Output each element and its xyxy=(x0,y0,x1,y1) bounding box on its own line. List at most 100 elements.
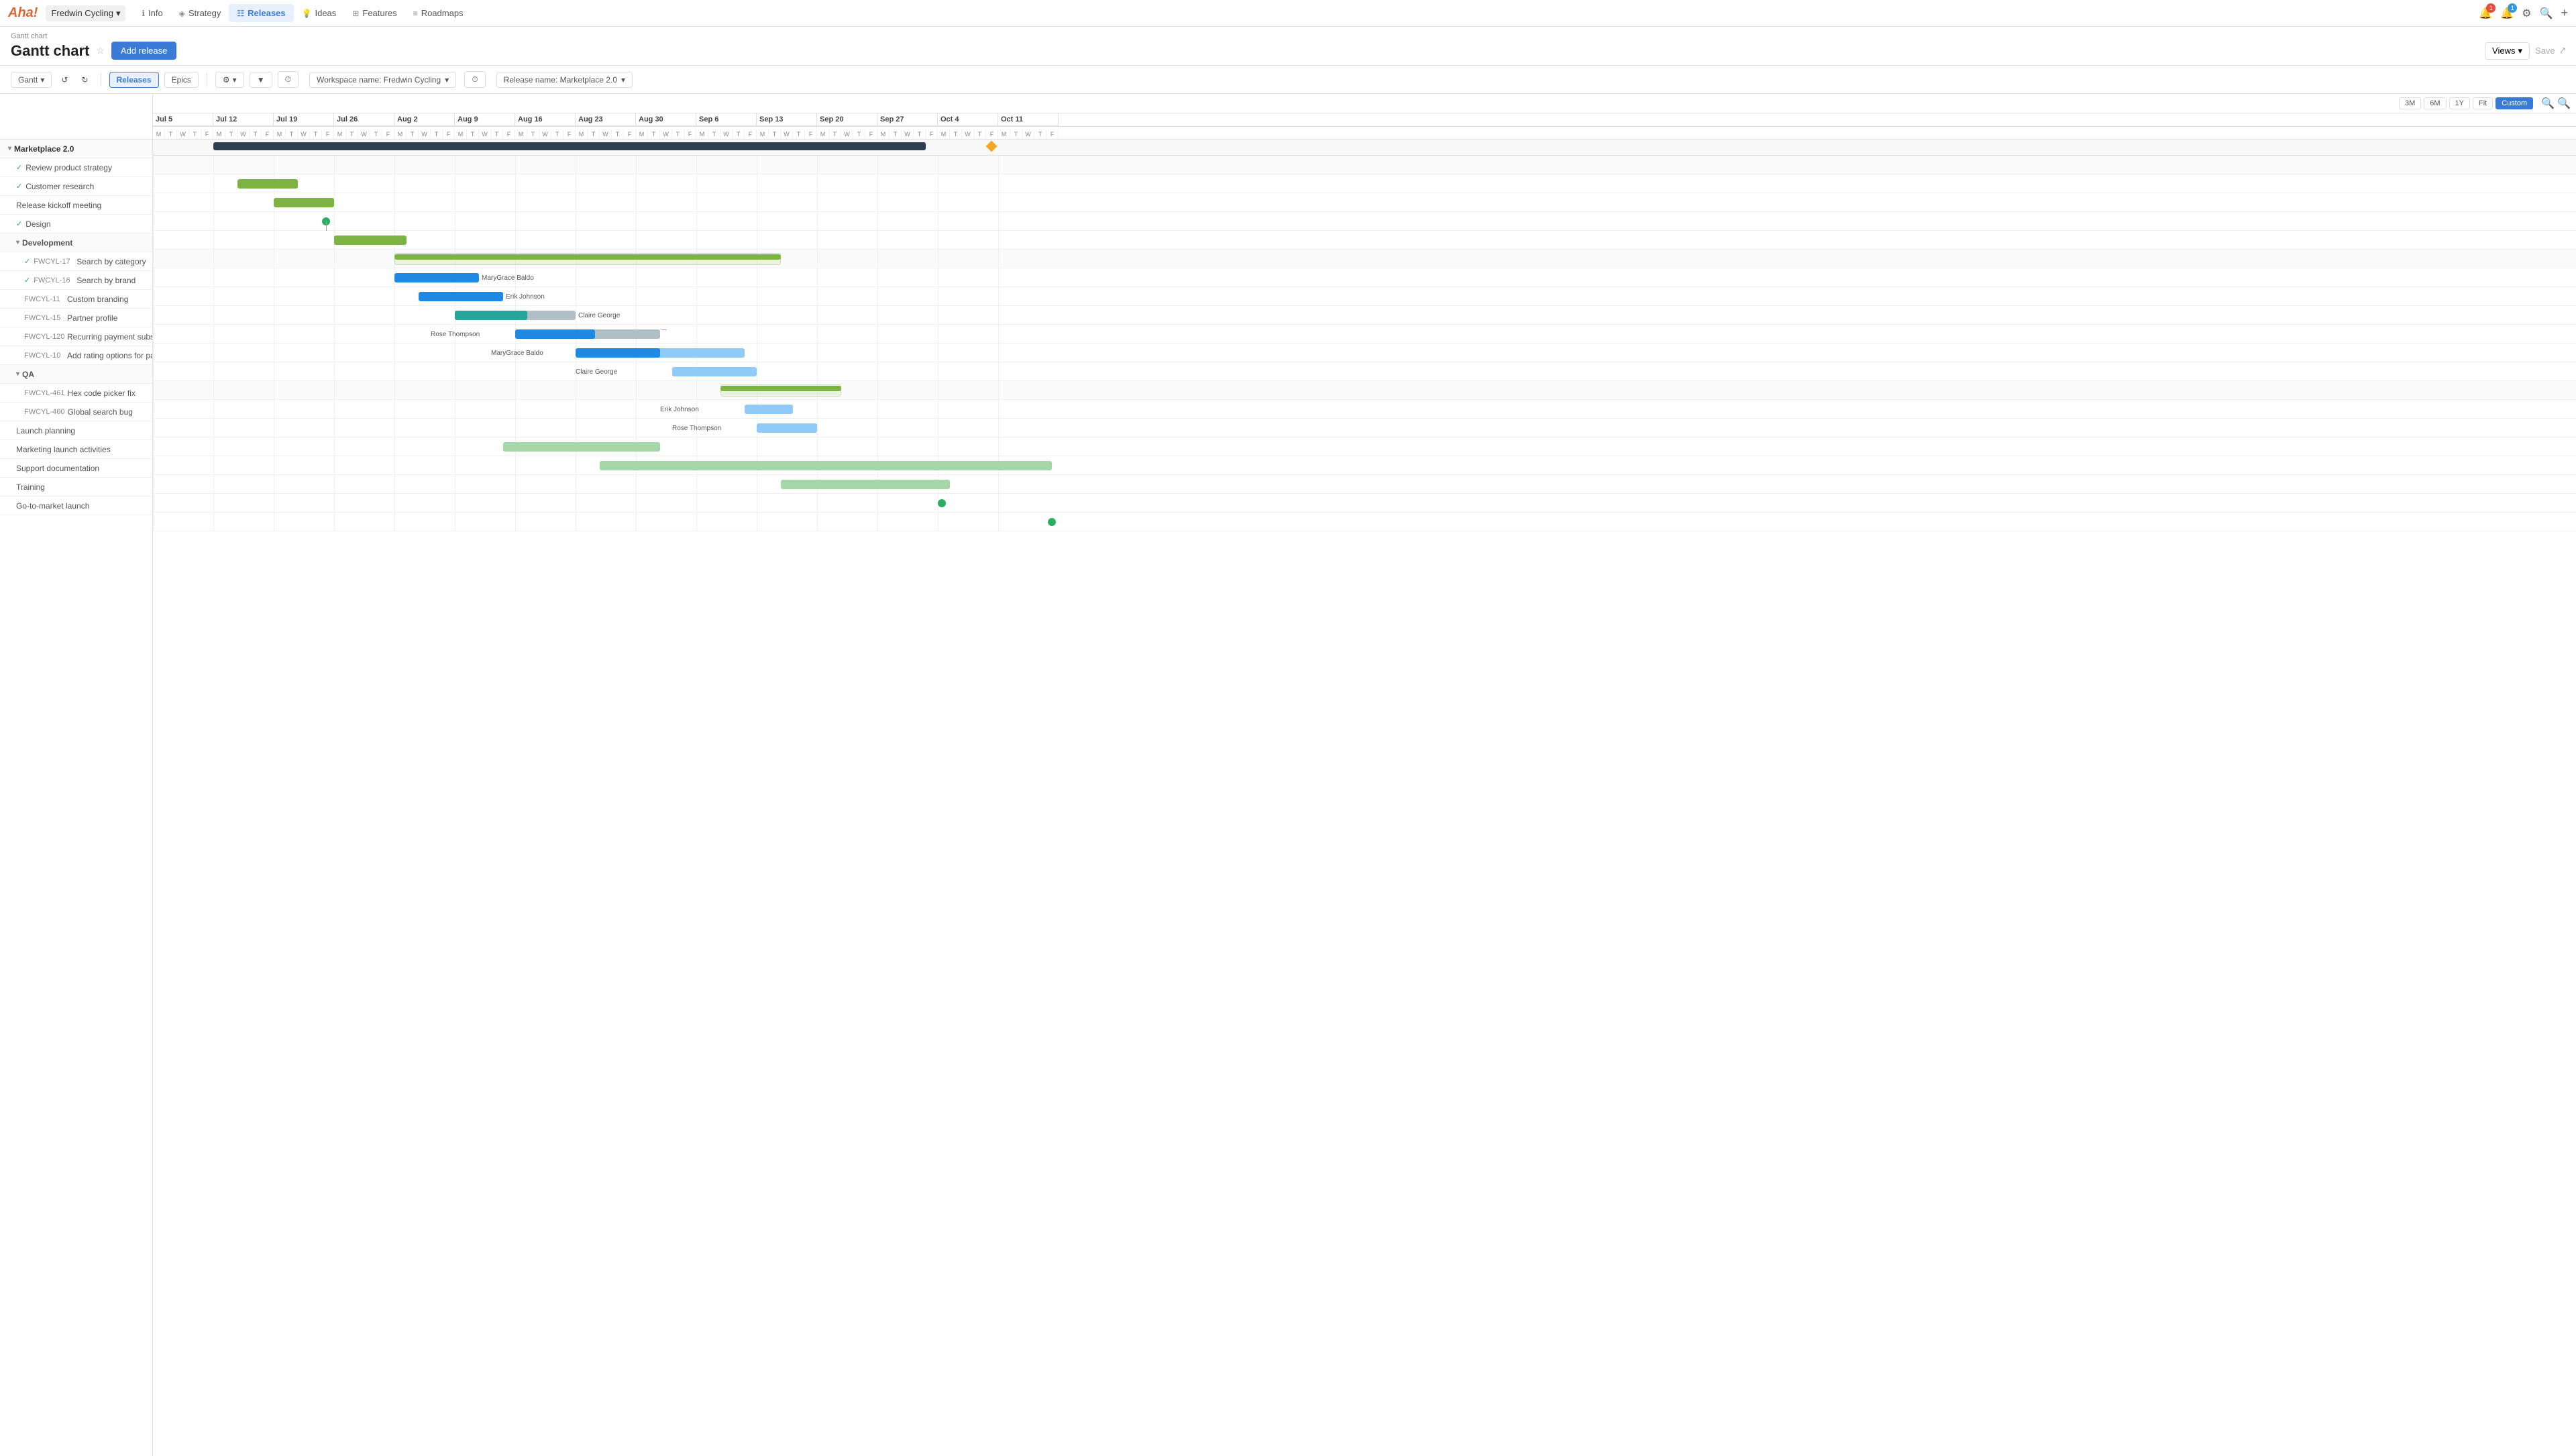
day-col: F xyxy=(382,129,394,139)
sidebar-item-fwcyl15[interactable]: FWCYL-15 Partner profile xyxy=(0,309,152,327)
notification-bell[interactable]: 🔔1 xyxy=(2479,7,2492,20)
day-col: W xyxy=(358,129,370,139)
sidebar-item-marketplace20[interactable]: ▾ Marketplace 2.0 xyxy=(0,140,152,158)
release-clock-button[interactable]: ⏱ xyxy=(464,71,485,88)
sidebar-item-fwcyl461[interactable]: FWCYL-461 Hex code picker fix xyxy=(0,384,152,403)
3m-button[interactable]: 3M xyxy=(2399,97,2421,109)
nav-item-info[interactable]: ℹ Info xyxy=(133,4,170,22)
sidebar-item-fwcyl120[interactable]: FWCYL-120 Recurring payment subscri... xyxy=(0,327,152,346)
day-col: W xyxy=(298,129,310,139)
gantt-bar-label: Claire George xyxy=(578,312,620,319)
sidebar-item-fwcyl460[interactable]: FWCYL-460 Global search bug xyxy=(0,403,152,421)
day-col: F xyxy=(926,129,938,139)
1y-button[interactable]: 1Y xyxy=(2449,97,2470,109)
views-button[interactable]: Views ▾ xyxy=(2485,42,2530,60)
gantt-row-content: Claire George xyxy=(153,306,1059,324)
fwcyl460-label: Global search bug xyxy=(68,407,133,417)
sidebar-item-qa[interactable]: ▾ QA xyxy=(0,365,152,384)
launch-label: Launch planning xyxy=(16,426,75,435)
workspace-clock-button[interactable]: ⏱ xyxy=(278,71,299,88)
updates-badge: 1 xyxy=(2508,3,2517,13)
undo-button[interactable]: ↺ xyxy=(57,72,72,87)
gantt-bar xyxy=(745,405,793,414)
fwcyl461-label: Hex code picker fix xyxy=(68,388,136,398)
gantt-scroll-container[interactable]: Jul 5Jul 12Jul 19Jul 26Aug 2Aug 9Aug 16A… xyxy=(153,113,2576,531)
gantt-bar xyxy=(455,311,527,320)
day-col: T xyxy=(225,129,237,139)
sidebar-item-marketing[interactable]: Marketing launch activities xyxy=(0,440,152,459)
nav-item-roadmaps[interactable]: ≡ Roadmaps xyxy=(405,4,472,22)
expand-icon: ▾ xyxy=(8,145,11,152)
sidebar: ▾ Marketplace 2.0 ✓ Review product strat… xyxy=(0,94,153,1456)
display-settings-button[interactable]: ⚙ ▾ xyxy=(215,72,244,88)
gantt-bar xyxy=(515,329,595,339)
custom-button[interactable]: Custom xyxy=(2496,97,2533,109)
gantt-milestone xyxy=(1048,518,1056,526)
sidebar-item-training[interactable]: Training xyxy=(0,478,152,497)
redo-button[interactable]: ↻ xyxy=(77,72,92,87)
day-col: T xyxy=(853,129,865,139)
sidebar-item-development[interactable]: ▾ Development xyxy=(0,233,152,252)
search-icon[interactable]: 🔍 xyxy=(2540,7,2553,20)
sidebar-item-launch[interactable]: Launch planning xyxy=(0,421,152,440)
releases-filter-button[interactable]: Releases xyxy=(109,72,159,88)
zoom-in-icon[interactable]: 🔍 xyxy=(2557,97,2571,110)
week-col: Oct 4 xyxy=(938,113,998,126)
sidebar-item-support[interactable]: Support documentation xyxy=(0,459,152,478)
add-release-button[interactable]: Add release xyxy=(111,42,176,60)
updates-bell[interactable]: 🔔1 xyxy=(2500,7,2514,20)
release-selector[interactable]: Release name: Marketplace 2.0 ▾ xyxy=(496,72,633,88)
day-col: M xyxy=(998,129,1010,139)
filter-button[interactable]: ▼ xyxy=(250,72,272,88)
week-cols: Jul 5Jul 12Jul 19Jul 26Aug 2Aug 9Aug 16A… xyxy=(153,113,2576,126)
gantt-row-content xyxy=(153,475,1059,493)
app-logo: Aha! xyxy=(8,5,38,21)
gantt-row-content: Rose Thompson xyxy=(153,325,1059,343)
sidebar-item-customer[interactable]: ✓ Customer research xyxy=(0,177,152,196)
gantt-label: Gantt xyxy=(18,75,38,85)
day-col: M xyxy=(576,129,588,139)
day-col: T xyxy=(346,129,358,139)
day-col: M xyxy=(515,129,527,139)
sidebar-item-kickoff[interactable]: Release kickoff meeting xyxy=(0,196,152,215)
workspace-selector[interactable]: Workspace name: Fredwin Cycling ▾ xyxy=(309,72,456,88)
week-col: Aug 23 xyxy=(576,113,636,126)
day-col: W xyxy=(660,129,672,139)
features-icon: ⊞ xyxy=(352,9,359,18)
sidebar-item-fwcyl10[interactable]: FWCYL-10 Add rating options for partn... xyxy=(0,346,152,365)
sidebar-item-gtm[interactable]: Go-to-market launch xyxy=(0,497,152,515)
sidebar-item-design[interactable]: ✓ Design xyxy=(0,215,152,233)
marketplace-label: Marketplace 2.0 xyxy=(14,144,74,154)
feature-id: FWCYL-10 xyxy=(24,352,64,360)
gantt-area[interactable]: 3M 6M 1Y Fit Custom 🔍 🔍 Jul 5Jul 12Jul 1… xyxy=(153,94,2576,1456)
save-button[interactable]: Save xyxy=(2535,46,2555,56)
fwcyl120-label: Recurring payment subscri... xyxy=(67,332,152,342)
6m-button[interactable]: 6M xyxy=(2424,97,2446,109)
main-content: ▾ Marketplace 2.0 ✓ Review product strat… xyxy=(0,94,2576,1456)
nav-item-strategy[interactable]: ◈ Strategy xyxy=(171,4,229,22)
gantt-group-row xyxy=(153,250,2576,268)
customer-label: Customer research xyxy=(25,182,94,191)
gantt-row-content xyxy=(153,381,1059,399)
workspace-dropdown[interactable]: Fredwin Cycling ▾ xyxy=(46,5,125,21)
settings-icon[interactable]: ⚙ xyxy=(2522,7,2531,20)
check-icon: ✓ xyxy=(24,257,30,266)
add-icon[interactable]: + xyxy=(2561,6,2568,20)
nav-item-ideas[interactable]: 💡 Ideas xyxy=(294,4,345,22)
nav-item-releases[interactable]: ☷ Releases xyxy=(229,4,293,22)
fit-button[interactable]: Fit xyxy=(2473,97,2493,109)
gantt-view-button[interactable]: Gantt ▾ xyxy=(11,72,52,88)
favorite-star-icon[interactable]: ☆ xyxy=(96,45,105,56)
epics-filter-button[interactable]: Epics xyxy=(164,72,199,88)
share-icon[interactable]: ⤤ xyxy=(2561,46,2565,56)
sidebar-item-fwcyl17[interactable]: ✓ FWCYL-17 Search by category xyxy=(0,252,152,271)
zoom-out-icon[interactable]: 🔍 xyxy=(2541,97,2555,110)
sidebar-item-fwcyl16[interactable]: ✓ FWCYL-16 Search by brand xyxy=(0,271,152,290)
gantt-data-row xyxy=(153,456,2576,475)
nav-item-ideas-label: Ideas xyxy=(315,8,336,18)
gantt-row-content xyxy=(153,437,1059,456)
nav-item-features[interactable]: ⊞ Features xyxy=(344,4,405,22)
day-col: T xyxy=(431,129,443,139)
sidebar-item-fwcyl11[interactable]: FWCYL-11 Custom branding xyxy=(0,290,152,309)
sidebar-item-review[interactable]: ✓ Review product strategy xyxy=(0,158,152,177)
